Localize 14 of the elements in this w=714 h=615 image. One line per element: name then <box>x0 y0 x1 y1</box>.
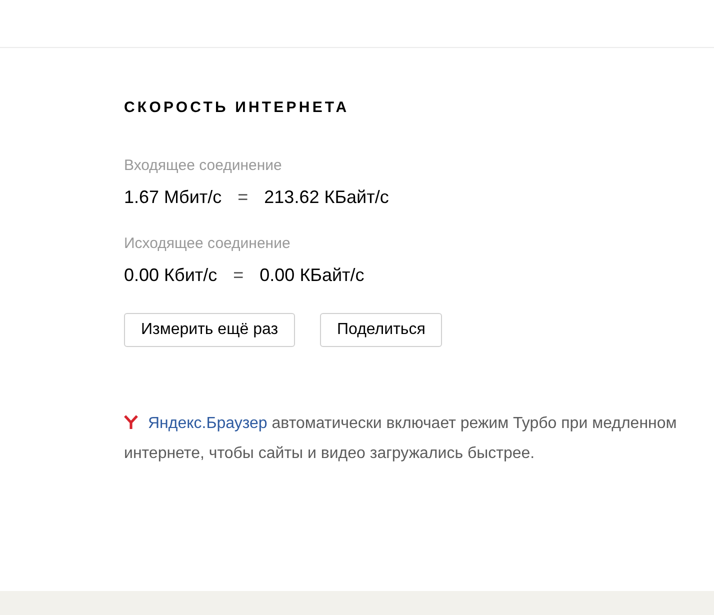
speed-bytes-value: 0.00 КБайт/с <box>260 264 364 286</box>
share-button[interactable]: Поделиться <box>320 313 442 347</box>
connection-label: Входящее соединение <box>124 156 282 176</box>
browser-logo-icon <box>124 415 138 429</box>
speed-bits-value: 0.00 Кбит/с <box>124 264 218 286</box>
speed-bits-value: 1.67 Мбит/с <box>124 186 222 208</box>
turbo-note: Яндекс.Браузер автоматически включает режим Турбо при медленном интернете, чтобы сайты и видео загружались быстрее. <box>124 414 678 464</box>
equals-sign: = <box>232 264 245 286</box>
connection-label: Исходящее соединение <box>124 234 290 254</box>
speed-bytes-value: 213.62 КБайт/с <box>264 186 389 208</box>
section-title: СКОРОСТЬ ИНТЕРНЕТА <box>124 98 350 118</box>
equals-sign: = <box>236 186 250 208</box>
browser-link[interactable]: Яндекс.Браузер <box>148 415 268 432</box>
measure-again-button[interactable]: Измерить ещё раз <box>124 313 296 347</box>
